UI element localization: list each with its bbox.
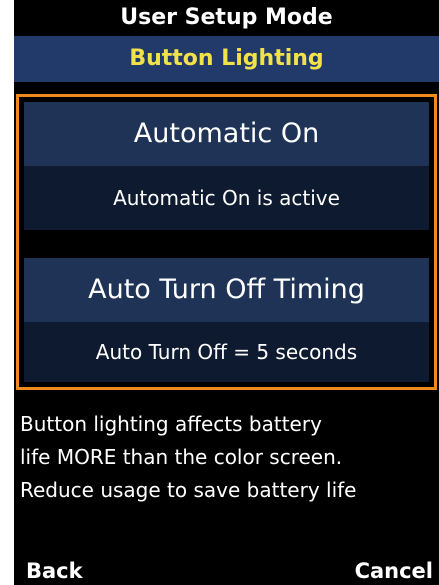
info-message: Button lighting affects battery life MOR… xyxy=(20,408,439,507)
back-softkey[interactable]: Back xyxy=(26,557,83,585)
menu-subtitle: Button Lighting xyxy=(14,36,439,82)
cancel-softkey[interactable]: Cancel xyxy=(355,557,433,585)
option-automatic-on-value: Automatic On is active xyxy=(24,166,429,230)
page-title: User Setup Mode xyxy=(14,0,439,36)
option-auto-turn-off-timing[interactable]: Auto Turn Off Timing xyxy=(24,258,429,322)
option-automatic-on[interactable]: Automatic On xyxy=(24,102,429,166)
options-selection-frame[interactable]: Automatic On Automatic On is active Auto… xyxy=(16,94,437,390)
left-edge-strip xyxy=(0,0,14,585)
info-line: Reduce usage to save battery life xyxy=(20,478,357,502)
option-auto-turn-off-value: Auto Turn Off = 5 seconds xyxy=(24,322,429,382)
info-line: Button lighting affects battery xyxy=(20,412,322,436)
info-line: life MORE than the color screen. xyxy=(20,445,343,469)
